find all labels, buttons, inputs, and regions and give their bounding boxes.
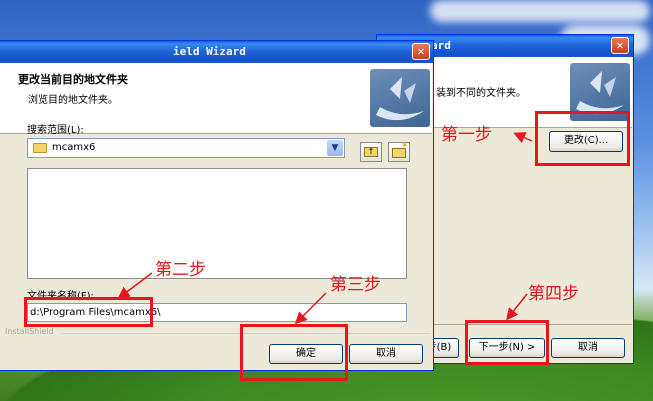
new-folder-button[interactable]: ✶	[388, 141, 410, 162]
installshield-brand: InstallShield	[5, 327, 54, 336]
search-range-dropdown[interactable]: mcamx6 ▼	[27, 138, 345, 158]
dialog-header-title: 更改当前目的地文件夹	[18, 73, 128, 86]
folder-icon	[33, 143, 47, 153]
dialog-titlebar[interactable]: ield Wizard ✕	[0, 41, 433, 63]
step3-annotation: 第三步	[330, 275, 381, 295]
search-range-label: 搜索范围(L):	[27, 125, 84, 136]
step2-annotation: 第二步	[155, 260, 206, 280]
dialog-header-subtitle: 浏览目的地文件夹。	[28, 95, 118, 106]
dialog-title: ield Wizard	[173, 45, 246, 58]
back-window-subtitle: 装到不同的文件夹。	[436, 88, 526, 99]
chevron-down-icon[interactable]: ▼	[327, 140, 343, 156]
new-star-icon: ✶	[401, 141, 409, 151]
up-folder-icon: ↑	[364, 147, 378, 157]
back-cancel-button[interactable]: 取消	[551, 338, 625, 358]
back-cancel-label: 取消	[578, 342, 598, 353]
step2-highlight-box	[24, 297, 153, 327]
step3-highlight-box	[240, 324, 348, 381]
dialog-cancel-label: 取消	[376, 348, 396, 359]
search-range-value: mcamx6	[52, 142, 96, 153]
installshield-logo-icon	[370, 69, 430, 127]
back-window-close-button[interactable]: ✕	[611, 37, 629, 54]
folder-list[interactable]	[27, 168, 407, 279]
dialog-cancel-button[interactable]: 取消	[349, 344, 423, 364]
step1-annotation: 第一步	[441, 125, 492, 145]
up-folder-button[interactable]: ↑	[360, 142, 382, 162]
step1-highlight-box	[535, 111, 630, 166]
dialog-close-button[interactable]: ✕	[412, 43, 430, 60]
step4-highlight-box	[465, 320, 549, 365]
step4-annotation: 第四步	[528, 284, 579, 304]
